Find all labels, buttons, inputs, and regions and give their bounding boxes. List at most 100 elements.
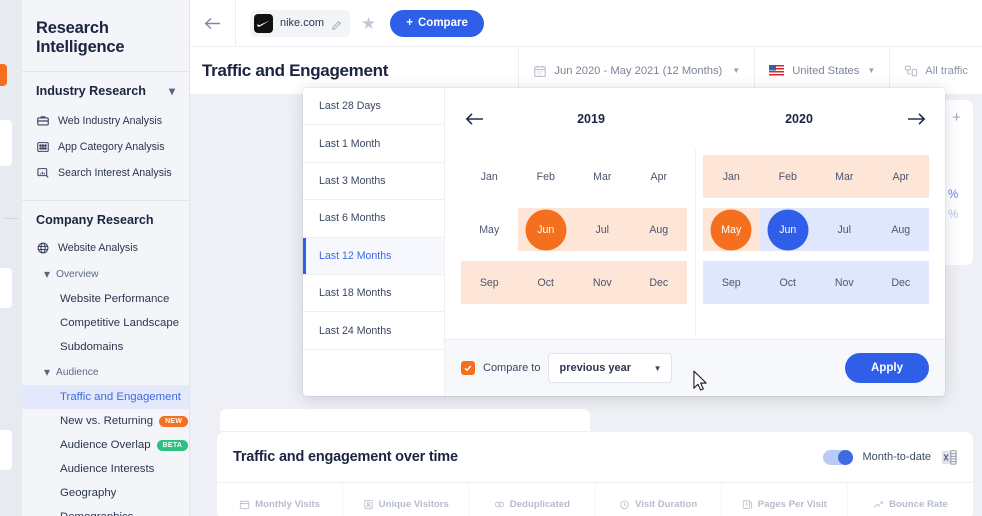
sidebar-item-label: Traffic and Engagement (60, 391, 181, 403)
tab-pages-per-visit[interactable]: Pages Per Visit (722, 483, 848, 516)
month-cell-mar-2019[interactable]: Mar (574, 150, 631, 203)
month-cell-may-2020-selected[interactable]: May (703, 203, 760, 256)
sidebar-item-audience-overlap[interactable]: Audience Overlap BETA (22, 433, 189, 457)
country-filter[interactable]: United States ▼ (754, 47, 889, 94)
month-row: May Jun Jul Aug (461, 203, 687, 256)
month-cell-nov-2019[interactable]: Nov (574, 256, 631, 309)
preset-last-28-days[interactable]: Last 28 Days (303, 88, 444, 126)
month-cell-mar-2020[interactable]: Mar (816, 150, 873, 203)
calendar-year-2020: Jan Feb Mar Apr May Jun Jul Aug Sep Oct … (695, 150, 929, 309)
star-icon[interactable]: ★ (361, 15, 376, 32)
month-cell-apr-2019[interactable]: Apr (631, 150, 688, 203)
sidebar-item-website-performance[interactable]: Website Performance (22, 287, 189, 311)
date-range-picker-popup: Last 28 Days Last 1 Month Last 3 Months … (303, 88, 945, 396)
calendar-nav: 2019 2020 (461, 106, 929, 132)
preset-last-6-months[interactable]: Last 6 Months (303, 200, 444, 238)
month-cell-sep-2019[interactable]: Sep (461, 256, 518, 309)
tab-monthly-visits[interactable]: Monthly Visits (217, 483, 344, 516)
app-brand-title: Research Intelligence (36, 19, 125, 56)
tab-visit-duration[interactable]: Visit Duration (596, 483, 722, 516)
preset-list: Last 28 Days Last 1 Month Last 3 Months … (303, 88, 445, 396)
sidebar-item-demographics[interactable]: Demographics (22, 505, 189, 516)
sidebar-group-audience[interactable]: ▾ Audience (22, 359, 189, 385)
month-cell-oct-2019[interactable]: Oct (518, 256, 575, 309)
add-icon[interactable]: + (952, 110, 961, 125)
month-label: Jul (837, 223, 852, 236)
preset-last-1-month[interactable]: Last 1 Month (303, 125, 444, 163)
month-cell-nov-2020[interactable]: Nov (816, 256, 873, 309)
month-label: Jun (779, 223, 797, 236)
tab-bounce-rate[interactable]: Bounce Rate (848, 483, 973, 516)
tab-deduplicated[interactable]: Deduplicated (469, 483, 596, 516)
excel-icon[interactable] (941, 449, 957, 466)
preset-last-24-months[interactable]: Last 24 Months (303, 312, 444, 350)
preset-label: Last 24 Months (319, 324, 392, 337)
next-year-button[interactable] (903, 106, 929, 132)
month-to-date-toggle[interactable] (822, 449, 853, 465)
sidebar-group-label: Audience (56, 366, 99, 378)
picker-footer: Compare to previous year ▼ Apply (445, 339, 945, 396)
month-cell-jul-2020[interactable]: Jul (816, 203, 873, 256)
calendar-year-2019: Jan Feb Mar Apr May Jun Jul Aug Sep Oct … (461, 150, 695, 309)
card-header: Traffic and engagement over time Month-t… (217, 432, 973, 482)
prev-year-button[interactable] (461, 106, 487, 132)
month-cell-may-2019[interactable]: May (461, 203, 518, 256)
arrow-left-icon (465, 113, 483, 125)
month-cell-oct-2020[interactable]: Oct (760, 256, 817, 309)
background-card (220, 409, 590, 431)
site-chip[interactable]: nike.com (250, 9, 351, 37)
preset-label: Last 18 Months (319, 287, 392, 300)
bounce-icon (873, 499, 884, 510)
tab-unique-visitors[interactable]: Unique Visitors (343, 483, 470, 516)
apply-button[interactable]: Apply (845, 353, 929, 383)
month-cell-jan-2020[interactable]: Jan (703, 150, 760, 203)
sidebar-section-company-research[interactable]: Company Research (22, 201, 189, 235)
traffic-filter[interactable]: All traffic (889, 47, 982, 94)
sidebar-item-new-vs-returning[interactable]: New vs. Returning NEW (22, 409, 189, 433)
tab-label: Deduplicated (509, 499, 571, 510)
sidebar-group-overview[interactable]: ▾ Overview (22, 261, 189, 287)
sidebar-item-label: Audience Interests (60, 463, 155, 475)
month-cell-feb-2019[interactable]: Feb (518, 150, 575, 203)
preset-last-3-months[interactable]: Last 3 Months (303, 163, 444, 201)
sidebar-item-web-industry-analysis[interactable]: Web Industry Analysis (22, 108, 189, 134)
rail-chip (0, 430, 12, 470)
country-value: United States (792, 64, 860, 77)
compare-to-select[interactable]: previous year ▼ (548, 353, 673, 383)
pencil-icon[interactable] (331, 18, 342, 30)
sidebar-item-website-analysis[interactable]: Website Analysis (22, 235, 189, 261)
month-cell-jan-2019[interactable]: Jan (461, 150, 518, 203)
main-area: nike.com ★ + Compare Traffic and Engagem… (190, 0, 982, 516)
month-cell-aug-2019[interactable]: Aug (631, 203, 688, 256)
tab-label: Visit Duration (635, 499, 698, 510)
sidebar-item-traffic-and-engagement[interactable]: Traffic and Engagement (22, 385, 189, 409)
month-cell-sep-2020[interactable]: Sep (703, 256, 760, 309)
sidebar-item-label: Audience Overlap (60, 439, 151, 451)
compare-checkbox[interactable] (461, 361, 475, 375)
month-cell-jul-2019[interactable]: Jul (574, 203, 631, 256)
sidebar-item-search-interest-analysis[interactable]: Search Interest Analysis (22, 160, 189, 186)
month-cell-dec-2019[interactable]: Dec (631, 256, 688, 309)
month-label: Sep (479, 276, 499, 289)
month-label: Mar (835, 170, 854, 183)
sidebar-item-audience-interests[interactable]: Audience Interests (22, 457, 189, 481)
preset-last-18-months[interactable]: Last 18 Months (303, 275, 444, 313)
month-cell-jun-2019-selected[interactable]: Jun (518, 203, 575, 256)
month-label: Oct (537, 276, 554, 289)
sidebar-item-app-category-analysis[interactable]: App Category Analysis (22, 134, 189, 160)
sidebar-item-geography[interactable]: Geography (22, 481, 189, 505)
preset-last-12-months[interactable]: Last 12 Months (303, 237, 444, 275)
month-cell-dec-2020[interactable]: Dec (873, 256, 930, 309)
month-cell-apr-2020[interactable]: Apr (873, 150, 930, 203)
dedup-icon (494, 499, 505, 510)
month-label: Oct (779, 276, 796, 289)
month-cell-aug-2020[interactable]: Aug (873, 203, 930, 256)
sidebar-item-subdomains[interactable]: Subdomains (22, 335, 189, 359)
month-cell-jun-2020-selected[interactable]: Jun (760, 203, 817, 256)
compare-button[interactable]: + Compare (390, 9, 484, 37)
back-button[interactable] (190, 0, 236, 46)
month-cell-feb-2020[interactable]: Feb (760, 150, 817, 203)
date-range-filter[interactable]: Jun 2020 - May 2021 (12 Months) ▼ (518, 47, 754, 94)
sidebar-section-industry-research[interactable]: Industry Research ▾ (22, 72, 189, 108)
sidebar-item-competitive-landscape[interactable]: Competitive Landscape (22, 311, 189, 335)
